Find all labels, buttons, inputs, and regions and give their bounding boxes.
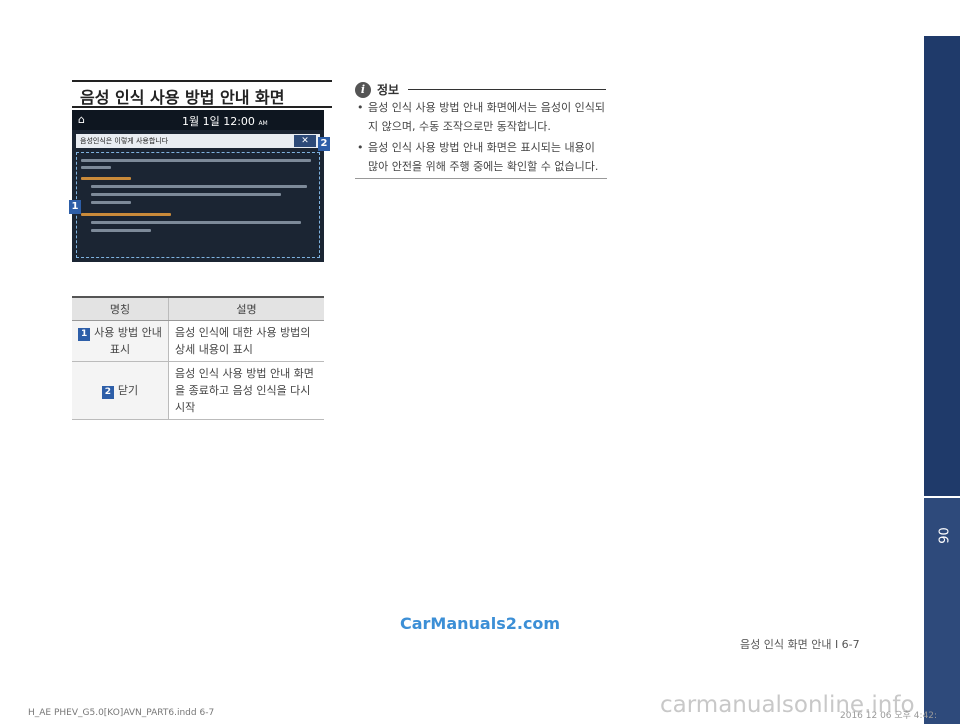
table-row: 2 닫기 음성 인식 사용 방법 안내 화면을 종료하고 음성 인식을 다시 시작 [72, 361, 324, 420]
watermark-logo: CarManuals2.com [400, 614, 561, 633]
row-name: 사용 방법 안내 표시 [94, 326, 162, 356]
info-bottom-divider [355, 178, 607, 179]
screen-header-text: 음성인식은 이렇게 사용합니다 [80, 137, 169, 145]
table-row: 1 사용 방법 안내 표시 음성 인식에 대한 사용 방법의 상세 내용이 표시 [72, 320, 324, 362]
screen-clock-text: 1월 1일 12:00 [182, 115, 255, 128]
section-title: 음성 인식 사용 방법 안내 화면 [72, 80, 332, 108]
screen-ampm: AM [258, 120, 268, 127]
row-number-badge: 1 [78, 328, 91, 341]
info-list: 음성 인식 사용 방법 안내 화면에서는 음성이 인식되지 않으며, 수동 조작… [356, 98, 608, 178]
row-name: 닫기 [117, 384, 139, 397]
page-footer: 음성 인식 화면 안내 I 6-7 [740, 638, 860, 651]
table-header-name: 명칭 [72, 296, 169, 321]
row-desc: 음성 인식에 대한 사용 방법의 상세 내용이 표시 [168, 320, 324, 362]
screen-close-button[interactable]: ✕ [294, 135, 316, 147]
info-divider [408, 89, 606, 90]
component-table: 명칭 설명 1 사용 방법 안내 표시 음성 인식에 대한 사용 방법의 상세 내… [72, 296, 324, 420]
screen-guide-body [76, 152, 320, 258]
indd-file-info: H_AE PHEV_G5.0[KO]AVN_PART6.indd 6-7 [28, 708, 215, 718]
screen-clock: 1월 1일 12:00 AM [182, 113, 268, 129]
info-title: 정보 [377, 83, 400, 97]
chapter-side-tab [924, 36, 960, 496]
row-number-badge: 2 [101, 386, 114, 399]
callout-2: 2 [318, 137, 330, 151]
table-cell-name: 1 사용 방법 안내 표시 [72, 320, 169, 362]
row-desc: 음성 인식 사용 방법 안내 화면을 종료하고 음성 인식을 다시 시작 [168, 361, 324, 420]
info-item: 음성 인식 사용 방법 안내 화면에서는 음성이 인식되지 않으며, 수동 조작… [356, 98, 608, 136]
table-header-desc: 설명 [168, 296, 324, 321]
info-item: 음성 인식 사용 방법 안내 화면은 표시되는 내용이 많아 안전을 위해 주행… [356, 138, 608, 176]
print-timestamp: 2016 12 06 오후 4:42: [840, 711, 938, 721]
callout-1: 1 [69, 200, 81, 214]
table-cell-name: 2 닫기 [72, 361, 169, 420]
home-icon: ⌂ [78, 113, 85, 126]
info-icon: i [355, 82, 371, 98]
chapter-number: 06 [934, 527, 950, 544]
screen-image: ⌂ 1월 1일 12:00 AM 음성인식은 이렇게 사용합니다 ✕ [72, 110, 324, 262]
